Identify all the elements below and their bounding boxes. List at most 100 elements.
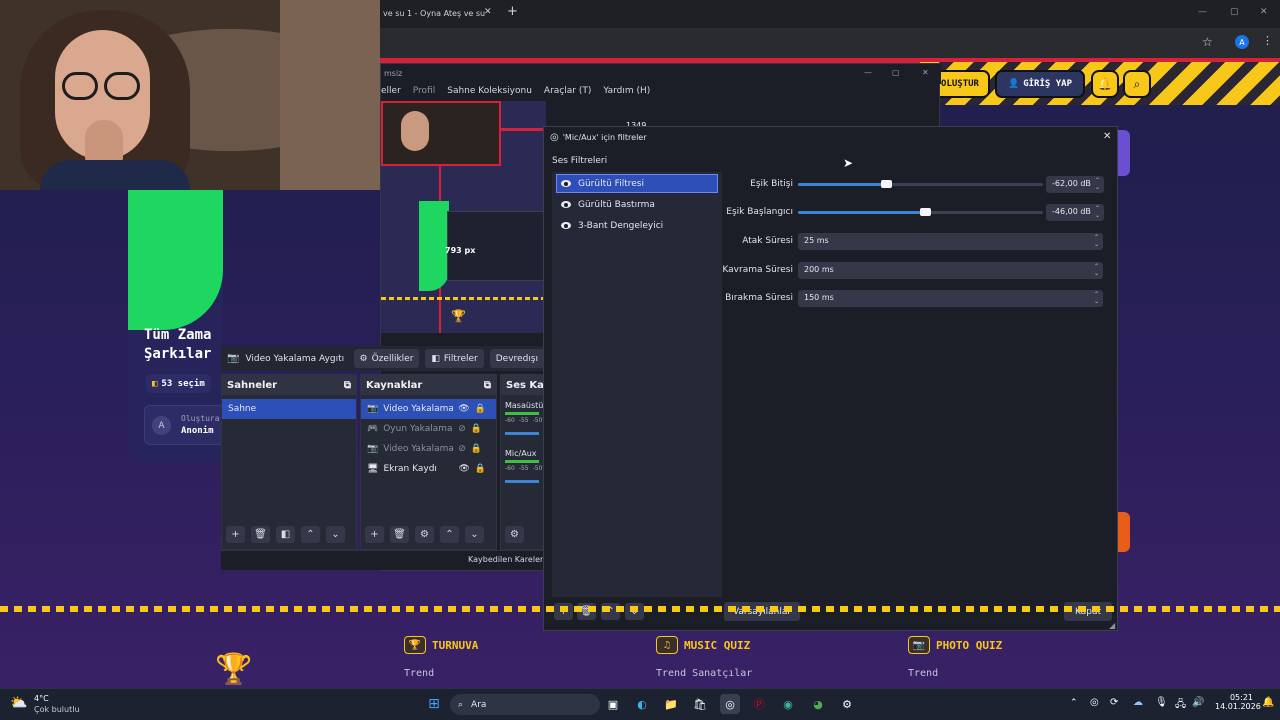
preview-webcam-source[interactable] [381, 101, 501, 166]
slider-handle[interactable] [881, 180, 893, 188]
task-view-icon[interactable]: ▣ [603, 694, 623, 714]
move-up-icon[interactable]: ⌃ [440, 526, 459, 543]
remove-scene-icon[interactable]: 🗑 [251, 526, 270, 543]
eye-hidden-icon[interactable]: ⊘ [458, 424, 466, 434]
microphone-icon[interactable]: 🎙 [1155, 697, 1168, 708]
onedrive-icon[interactable]: ☁ [1133, 697, 1143, 708]
sync-icon[interactable]: ⟳ [1110, 697, 1118, 708]
eye-icon[interactable] [561, 201, 571, 208]
lock-icon[interactable]: 🔒 [471, 444, 482, 454]
open-threshold-spinbox[interactable]: -46,00 dB ⌃ ⌄ [1046, 204, 1104, 221]
clock[interactable]: 05:21 14.01.2026 [1215, 693, 1261, 711]
obs-preview[interactable]: 1349 px 793 px 🏆 [381, 101, 784, 333]
menu-help[interactable]: Yardım (H) [603, 86, 650, 101]
spin-arrows-icon[interactable]: ⌃ ⌄ [1095, 177, 1100, 191]
pinterest-icon[interactable]: Ⓟ [749, 694, 769, 714]
network-icon[interactable]: 🖧 [1175, 697, 1186, 714]
menu-tools[interactable]: Araçlar (T) [544, 86, 591, 101]
edge-icon[interactable]: ◐ [632, 694, 652, 714]
card-title[interactable]: Tüm Zama Şarkılar [144, 326, 211, 364]
footer-link[interactable]: Trend [404, 668, 478, 679]
move-up-icon[interactable]: ⌃ [301, 526, 320, 543]
new-tab-button[interactable]: + [507, 4, 518, 19]
windows-start-icon[interactable]: ⊞ [424, 694, 444, 714]
add-scene-button[interactable]: + [226, 526, 245, 543]
browser-icon[interactable]: ◉ [778, 694, 798, 714]
maximize-button[interactable]: ▢ [1230, 7, 1239, 17]
filters-button[interactable]: ◧ Filtreler [425, 349, 484, 368]
filter-item[interactable]: Gürültü Bastırma [556, 195, 718, 214]
store-icon[interactable]: 🛍 [690, 694, 710, 714]
source-item[interactable]: 🖥 Ekran Kaydı 👁 🔒 [361, 459, 496, 479]
address-bar[interactable]: ☆ A ⋮ [380, 28, 1280, 58]
lock-icon[interactable]: 🔒 [475, 464, 486, 474]
eye-icon[interactable] [561, 222, 571, 229]
scene-filters-icon[interactable]: ◧ [276, 526, 295, 543]
spin-arrows-icon[interactable]: ⌃ ⌄ [1094, 263, 1099, 277]
obs-maximize-button[interactable]: ▢ [892, 68, 900, 77]
undock-icon[interactable]: ⧉ [484, 380, 491, 391]
disable-button[interactable]: Devredışı [489, 349, 544, 368]
undock-icon[interactable]: ⧉ [344, 380, 351, 391]
source-item[interactable]: 🎮 Oyun Yakalama ⊘ 🔒 [361, 419, 496, 439]
mixer-volume-slider[interactable] [505, 480, 539, 483]
bell-icon[interactable]: 🔔 [1091, 70, 1119, 98]
tray-chevron-icon[interactable]: ⌃ [1070, 698, 1078, 708]
obs-minimize-button[interactable]: — [864, 68, 872, 77]
scene-item[interactable]: Sahne [222, 399, 356, 419]
move-down-icon[interactable]: ⌄ [326, 526, 345, 543]
close-threshold-slider[interactable] [798, 180, 1043, 188]
attack-time-spinbox[interactable]: 25 ms ⌃ ⌄ [798, 233, 1103, 250]
notification-bell-icon[interactable]: 🔔 [1262, 697, 1274, 708]
menu-kebab-icon[interactable]: ⋮ [1262, 34, 1273, 47]
source-settings-icon[interactable]: ⚙ [415, 526, 434, 543]
lock-icon[interactable]: 🔒 [471, 424, 482, 434]
menu-scene-collection[interactable]: Sahne Koleksiyonu [447, 86, 532, 101]
filter-item[interactable]: Gürültü Filtresi [556, 174, 718, 193]
footer-link[interactable]: Trend Sanatçılar [656, 668, 752, 679]
login-button[interactable]: 👤 GİRİŞ YAP [995, 70, 1085, 98]
close-button[interactable]: ✕ [1260, 7, 1268, 17]
obs-close-button[interactable]: ✕ [922, 68, 929, 77]
settings-icon[interactable]: ⚙ [837, 694, 857, 714]
eye-hidden-icon[interactable]: ⊘ [458, 444, 466, 454]
profile-avatar[interactable]: A [1235, 35, 1249, 49]
eye-icon[interactable] [561, 180, 571, 187]
volume-icon[interactable]: 🔊 [1192, 697, 1204, 708]
lock-icon[interactable]: 🔒 [475, 404, 486, 414]
author-box[interactable]: A Oluştura Anonim [144, 405, 224, 445]
weather-desc[interactable]: Çok bulutlu [34, 705, 80, 714]
close-threshold-spinbox[interactable]: -62,00 dB ⌃ ⌄ [1046, 176, 1104, 193]
source-item[interactable]: 📷 Video Yakalama A 👁🔒 [361, 399, 496, 419]
spin-arrows-icon[interactable]: ⌃ ⌄ [1094, 234, 1099, 248]
remove-source-icon[interactable]: 🗑 [390, 526, 409, 543]
slider-handle[interactable] [920, 208, 932, 216]
spin-arrows-icon[interactable]: ⌃ ⌄ [1095, 205, 1100, 219]
source-item[interactable]: 📷 Video Yakalama A ⊘🔒 [361, 439, 496, 459]
taskbar-search[interactable]: ⌕ Ara [450, 694, 600, 715]
site-orange-button[interactable] [1118, 512, 1130, 552]
add-source-button[interactable]: + [365, 526, 384, 543]
tab-close-icon[interactable]: ✕ [484, 7, 492, 17]
minimize-button[interactable]: — [1198, 7, 1207, 17]
open-threshold-slider[interactable] [798, 208, 1043, 216]
resize-grip-icon[interactable]: ◢ [1109, 621, 1115, 630]
browser-tab[interactable]: ve su 1 - Oyna Ateş ve su [380, 4, 500, 24]
footer-link[interactable]: Trend [908, 668, 1002, 679]
dialog-close-icon[interactable]: ✕ [1103, 131, 1111, 142]
move-down-icon[interactable]: ⌄ [465, 526, 484, 543]
menu-scenes[interactable]: eller [381, 86, 401, 101]
hold-time-spinbox[interactable]: 200 ms ⌃ ⌄ [798, 262, 1103, 279]
star-icon[interactable]: ☆ [1202, 35, 1213, 49]
filter-item[interactable]: 3-Bant Dengeleyici [556, 216, 718, 235]
mixer-settings-icon[interactable]: ⚙ [505, 526, 524, 543]
obs-taskbar-icon[interactable]: ◎ [720, 694, 740, 714]
release-time-spinbox[interactable]: 150 ms ⌃ ⌄ [798, 290, 1103, 307]
menu-profile[interactable]: Profil [413, 86, 435, 101]
weather-temp[interactable]: 4°C [34, 694, 49, 703]
spin-arrows-icon[interactable]: ⌃ ⌄ [1094, 291, 1099, 305]
tray-app-icon[interactable]: ◎ [1090, 697, 1099, 708]
chrome-icon[interactable]: ◕ [808, 694, 828, 714]
weather-icon[interactable]: ⛅ [10, 695, 27, 711]
file-explorer-icon[interactable]: 📁 [661, 694, 681, 714]
